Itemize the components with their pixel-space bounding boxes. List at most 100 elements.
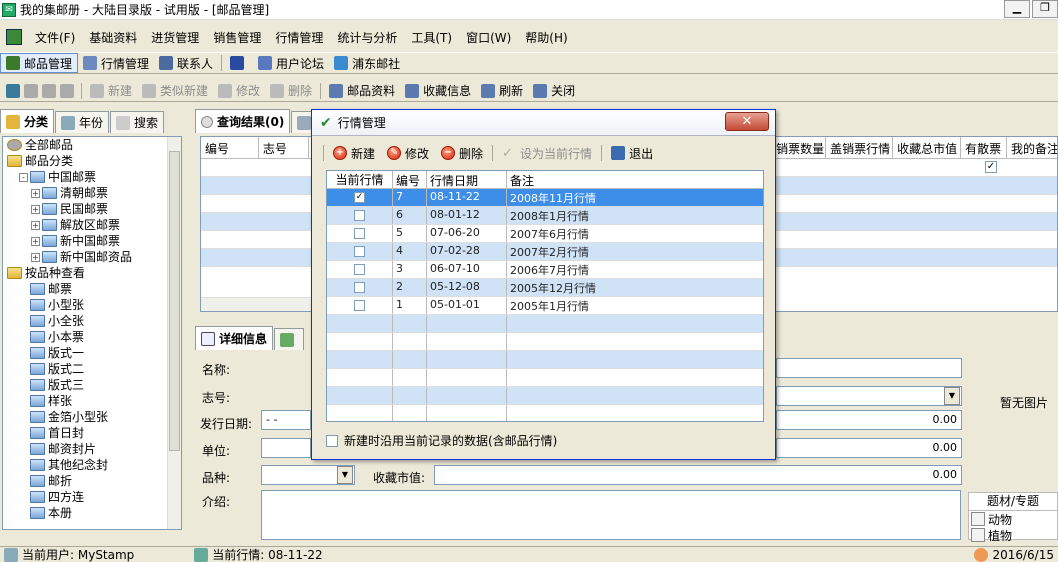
col-current[interactable]: 当前行情 [327, 171, 393, 188]
expand-icon[interactable]: + [31, 252, 40, 262]
dialog-button-1[interactable]: ✎ 修改 [381, 143, 435, 163]
name-input[interactable] [776, 358, 962, 378]
current-market-checkbox[interactable] [354, 264, 365, 275]
tab-detail-info[interactable]: 详细信息 [195, 326, 274, 350]
tree-node[interactable]: 按品种查看 [3, 265, 181, 281]
toolbar1-button-5[interactable]: 浦东邮社 [329, 53, 405, 73]
menu-item-4[interactable]: 行情管理 [268, 29, 330, 46]
current-market-checkbox[interactable] [354, 300, 365, 311]
tree-node[interactable]: 小型张 [3, 297, 181, 313]
current-market-checkbox[interactable] [354, 246, 365, 257]
menu-item-2[interactable]: 进货管理 [144, 29, 206, 46]
issue-date-input[interactable]: - - [261, 410, 311, 430]
variety-dropdown-button[interactable]: ▼ [337, 466, 353, 484]
toolbar2-button-0[interactable]: 新建 [85, 81, 137, 101]
value-field-1[interactable]: 0.00 [776, 410, 962, 430]
toolbar2-button-2[interactable]: 修改 [213, 81, 265, 101]
tree-node[interactable]: 邮资封片 [3, 441, 181, 457]
expand-icon[interactable]: + [31, 220, 40, 230]
restore-button[interactable]: ❐ [1032, 0, 1058, 18]
topic-item-plant[interactable]: 植物 [969, 527, 1057, 543]
col-notes[interactable]: 我的备注 [1007, 137, 1057, 158]
left-tab-1[interactable]: 年份 [55, 111, 110, 133]
tree-node[interactable]: 全部邮品 [3, 137, 181, 153]
tab-image[interactable] [274, 328, 305, 350]
tree-node[interactable]: 版式二 [3, 361, 181, 377]
col-cancel-price[interactable]: 盖销票行情 [826, 137, 894, 158]
col-number[interactable]: 编号 [393, 171, 427, 188]
col-date[interactable]: 行情日期 [427, 171, 507, 188]
menu-item-1[interactable]: 基础资料 [82, 29, 144, 46]
inherit-data-checkbox[interactable] [326, 434, 338, 447]
dialog-button-4[interactable]: 退出 [605, 143, 659, 163]
toolbar2-button-6[interactable]: 刷新 [476, 81, 528, 101]
code-dropdown-button[interactable]: ▼ [944, 387, 960, 405]
expand-icon[interactable]: + [31, 204, 40, 214]
col-cancel-qty[interactable]: 销票数量 [772, 137, 827, 158]
table-row[interactable]: ✓ 7 08-11-22 2008年11月行情 [327, 189, 763, 207]
tree-node[interactable]: 邮票 [3, 281, 181, 297]
toolbar2-button-1[interactable]: 类似新建 [137, 81, 213, 101]
left-tab-2[interactable]: 搜索 [110, 111, 165, 133]
expand-icon[interactable]: + [31, 188, 40, 198]
toolbar2-button-3[interactable]: 删除 [265, 81, 317, 101]
dialog-button-2[interactable]: − 删除 [435, 143, 489, 163]
toolbar1-button-0[interactable]: 邮品管理 [0, 53, 79, 73]
current-market-checkbox[interactable]: ✓ [354, 192, 365, 203]
tree-node[interactable]: + 新中国邮票 [3, 233, 181, 249]
toolbar1-button-4[interactable]: 用户论坛 [253, 53, 329, 73]
toolbar2-button-7[interactable]: 关闭 [528, 81, 580, 101]
tree-action-icon[interactable] [60, 83, 74, 98]
table-row[interactable]: 1 05-01-01 2005年1月行情 [327, 297, 763, 315]
tree-action-icon[interactable] [6, 83, 20, 98]
menu-item-0[interactable]: 文件(F) [28, 29, 82, 46]
expand-icon[interactable]: + [31, 236, 40, 246]
toolbar1-button-3[interactable] [225, 53, 253, 73]
tree-node[interactable]: 金箔小型张 [3, 409, 181, 425]
tree-action-icon[interactable] [42, 83, 56, 98]
tree-node[interactable]: 其他纪念封 [3, 457, 181, 473]
tree-node[interactable]: 四方连 [3, 489, 181, 505]
tree-node[interactable]: 版式一 [3, 345, 181, 361]
tree-action-icon[interactable] [24, 83, 38, 98]
col-total-value[interactable]: 收藏总市值 [893, 137, 962, 158]
table-row[interactable]: 4 07-02-28 2007年2月行情 [327, 243, 763, 261]
current-market-checkbox[interactable] [354, 282, 365, 293]
menu-item-6[interactable]: 工具(T) [404, 29, 459, 46]
col-loose[interactable]: 有散票 [961, 137, 1007, 158]
minimize-button[interactable]: ▁ [1004, 0, 1030, 18]
toolbar1-button-1[interactable]: 行情管理 [78, 53, 154, 73]
dialog-button-0[interactable]: + 新建 [327, 143, 381, 163]
tree-node[interactable]: 小本票 [3, 329, 181, 345]
inherit-data-option[interactable]: 新建时沿用当前记录的数据(含邮品行情) [326, 432, 557, 449]
col-code[interactable]: 志号 [259, 137, 309, 158]
value-field-2[interactable]: 0.00 [776, 438, 962, 458]
table-row[interactable]: 6 08-01-12 2008年1月行情 [327, 207, 763, 225]
code-input[interactable] [776, 386, 962, 406]
col-id[interactable]: 编号 [201, 137, 259, 158]
document-menu-icon[interactable] [6, 29, 22, 45]
market-value-input[interactable]: 0.00 [434, 465, 962, 485]
table-row[interactable]: 2 05-12-08 2005年12月行情 [327, 279, 763, 297]
col-note[interactable]: 备注 [507, 171, 763, 188]
grid-hscrollbar[interactable] [201, 297, 321, 311]
tree-scrollbar[interactable] [167, 137, 181, 529]
market-grid[interactable]: 当前行情 编号 行情日期 备注 ✓ 7 08-11-22 2008年11月行情 6 08-… [326, 170, 764, 422]
toolbar2-button-5[interactable]: 收藏信息 [400, 81, 476, 101]
tree-node[interactable]: + 民国邮票 [3, 201, 181, 217]
tree-node[interactable]: 版式三 [3, 377, 181, 393]
current-market-checkbox[interactable] [354, 228, 365, 239]
current-market-checkbox[interactable] [354, 210, 365, 221]
menu-item-8[interactable]: 帮助(H) [518, 29, 574, 46]
tree-node[interactable]: + 新中国邮资品 [3, 249, 181, 265]
unit-input[interactable] [261, 438, 311, 458]
tree-node[interactable]: 本册 [3, 505, 181, 521]
tree-node[interactable]: 小全张 [3, 313, 181, 329]
menu-item-3[interactable]: 销售管理 [206, 29, 268, 46]
intro-textarea[interactable] [261, 490, 961, 540]
tree-node[interactable]: - 中国邮票 [3, 169, 181, 185]
dialog-button-3[interactable]: ✓ 设为当前行情 [496, 143, 598, 163]
tree-node[interactable]: 样张 [3, 393, 181, 409]
left-tab-0[interactable]: 分类 [0, 109, 55, 133]
toolbar1-button-2[interactable]: 联系人 [154, 53, 218, 73]
